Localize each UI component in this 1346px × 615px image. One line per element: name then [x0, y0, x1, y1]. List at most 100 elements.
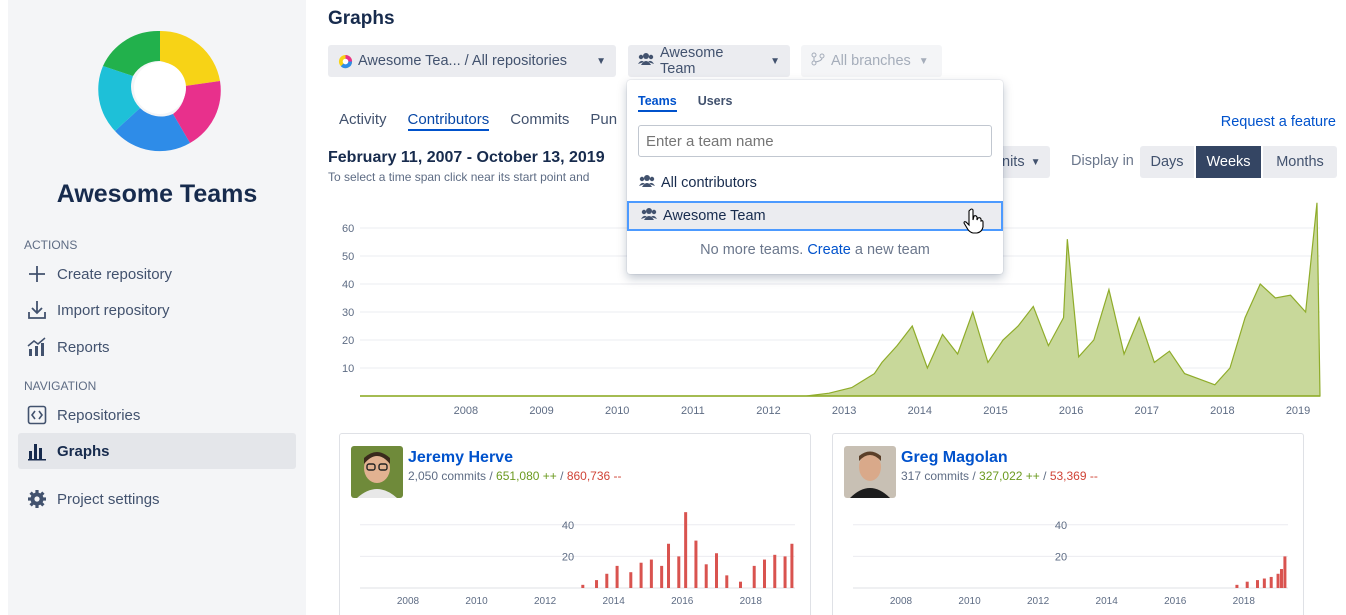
project-settings-label: Project settings: [57, 490, 160, 508]
dropdown-item-all-contributors[interactable]: All contributors: [627, 168, 1003, 198]
team-dropdown: Teams Users All contributors Awesome Tea…: [627, 80, 1003, 274]
x-tick-label: 2018: [1210, 405, 1234, 417]
team-search-input[interactable]: [638, 125, 992, 157]
contributor-card: Greg Magolan 317 commits / 327,022 ++ / …: [832, 433, 1304, 615]
project-name: Awesome Teams: [56, 180, 258, 208]
y-tick-label: 40: [342, 279, 354, 291]
team-icon: [639, 174, 655, 192]
commit-bar: [762, 559, 766, 588]
display-in-label: Display in: [1071, 153, 1134, 169]
bar-graph-icon: [26, 440, 48, 462]
commit-bar: [773, 554, 777, 588]
sidebar-item-repositories[interactable]: Repositories: [18, 397, 296, 433]
branch-selector-label: All branches: [831, 53, 911, 69]
actions-heading: ACTIONS: [24, 238, 78, 252]
commit-bar: [595, 580, 599, 588]
commit-bar: [704, 564, 708, 588]
commit-bar: [783, 556, 787, 588]
navigation-heading: NAVIGATION: [24, 379, 97, 393]
x-tick-label: 2010: [605, 405, 629, 417]
display-days-button[interactable]: Days: [1140, 146, 1194, 178]
x-tick-label: 2015: [983, 405, 1007, 417]
contributor-name[interactable]: Greg Magolan: [901, 449, 1008, 467]
tab-users[interactable]: Users: [698, 94, 733, 112]
commit-bar: [615, 565, 619, 588]
tab-punchcard[interactable]: Pun: [590, 111, 617, 131]
create-repository-link[interactable]: Create repository: [18, 256, 296, 292]
branch-selector[interactable]: All branches ▼: [801, 45, 942, 77]
dropdown-item-label: Awesome Team: [663, 208, 766, 224]
y-tick-label: 20: [342, 335, 354, 347]
x-tick-label: 2008: [890, 596, 913, 607]
tab-teams[interactable]: Teams: [638, 94, 677, 112]
sidebar-item-project-settings[interactable]: Project settings: [18, 481, 296, 517]
contributor-mini-chart[interactable]: 20 40 2008 2010 2012 2014 2016 2018: [833, 504, 1303, 615]
repository-selector[interactable]: Awesome Tea... / All repositories ▼: [328, 45, 616, 77]
dropdown-tabs: Teams Users: [638, 94, 732, 112]
x-tick-label: 2014: [1096, 596, 1119, 607]
chevron-down-icon: ▼: [770, 55, 780, 67]
reports-link[interactable]: Reports: [18, 329, 296, 365]
commit-bar: [1262, 578, 1266, 588]
tab-activity[interactable]: Activity: [339, 111, 387, 131]
import-repository-link[interactable]: Import repository: [18, 292, 296, 328]
commit-bar: [715, 553, 719, 588]
import-repository-label: Import repository: [57, 301, 170, 319]
dropdown-footer: No more teams. Create a new team: [627, 242, 1003, 258]
display-months-button[interactable]: Months: [1263, 146, 1337, 178]
commit-bar: [1279, 569, 1283, 588]
commit-bar: [1245, 581, 1249, 588]
x-tick-label: 2010: [958, 596, 981, 607]
x-tick-label: 2018: [1233, 596, 1256, 607]
tab-commits[interactable]: Commits: [510, 111, 569, 131]
contributor-stats: 317 commits / 327,022 ++ / 53,369 --: [901, 469, 1098, 483]
reports-label: Reports: [57, 338, 110, 356]
commit-bar: [581, 584, 585, 588]
team-icon: [638, 52, 654, 70]
x-tick-label: 2014: [908, 405, 932, 417]
dropdown-item-awesome-team[interactable]: Awesome Team: [627, 201, 1003, 231]
commit-bar: [725, 575, 729, 588]
commit-bar: [1269, 576, 1273, 588]
graph-tabs: Activity Contributors Commits Pun: [339, 111, 617, 131]
project-logo-icon: [338, 54, 353, 68]
commit-bar: [1283, 556, 1287, 588]
stats-separator: /: [560, 469, 564, 483]
commit-bar: [667, 543, 671, 588]
x-tick-label: 2019: [1286, 405, 1310, 417]
team-selector[interactable]: Awesome Team ▼: [628, 45, 790, 77]
lines-added: 327,022 ++: [979, 469, 1040, 483]
commit-count: 2,050 commits /: [408, 469, 493, 483]
page-title: Graphs: [328, 8, 395, 29]
x-tick-label: 2012: [756, 405, 780, 417]
footer-suffix: a new team: [854, 242, 930, 258]
contributor-mini-chart[interactable]: 20 40 2008 2010 2012 2014 2016 2018: [340, 504, 810, 615]
tab-contributors[interactable]: Contributors: [407, 111, 490, 131]
y-tick-label: 20: [1055, 551, 1067, 563]
chevron-down-icon: ▼: [918, 55, 929, 67]
commit-bar: [694, 540, 698, 588]
x-tick-label: 2016: [1164, 596, 1187, 607]
display-weeks-button[interactable]: Weeks: [1196, 146, 1261, 178]
commit-bar: [738, 581, 742, 588]
y-tick-label: 40: [1055, 520, 1067, 532]
x-tick-label: 2010: [465, 596, 488, 607]
date-range: February 11, 2007 - October 13, 2019: [328, 149, 605, 166]
contributor-card: Jeremy Herve 2,050 commits / 651,080 ++ …: [339, 433, 811, 615]
hand-cursor-icon: [963, 208, 984, 234]
contributor-name[interactable]: Jeremy Herve: [408, 449, 513, 467]
sidebar-item-graphs[interactable]: Graphs: [18, 433, 296, 469]
x-tick-label: 2013: [832, 405, 856, 417]
request-feature-link[interactable]: Request a feature: [1221, 114, 1336, 130]
x-tick-label: 2008: [454, 405, 478, 417]
footer-text: No more teams.: [700, 242, 804, 258]
time-span-hint: To select a time span click near its sta…: [328, 170, 590, 184]
project-logo: [98, 30, 221, 152]
x-tick-label: 2008: [397, 596, 420, 607]
commit-bar: [649, 559, 653, 588]
commit-bar: [605, 573, 609, 588]
create-team-link[interactable]: Create: [807, 242, 851, 258]
branch-icon: [811, 52, 825, 70]
import-icon: [26, 299, 48, 321]
x-tick-label: 2016: [1059, 405, 1083, 417]
